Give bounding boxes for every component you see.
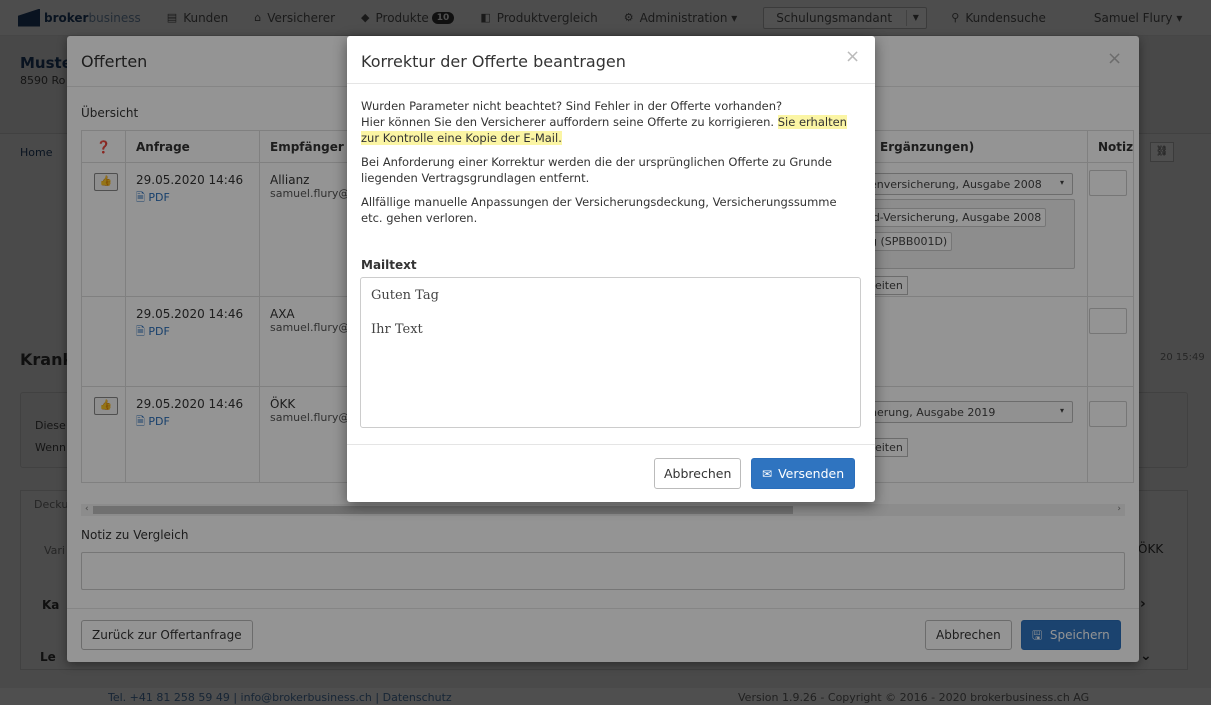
intro-paragraph: Wurden Parameter nicht beachtet? Sind Fe…	[361, 99, 847, 145]
envelope-icon: ✉	[762, 467, 773, 481]
mailtext-textarea[interactable]: Guten Tag Ihr Text	[360, 277, 861, 428]
mailtext-label: Mailtext	[361, 258, 417, 272]
send-button[interactable]: ✉ Versenden	[751, 458, 856, 489]
dialog-body: Wurden Parameter nicht beachtet? Sind Fe…	[361, 98, 861, 234]
cancel-button[interactable]: Abbrechen	[654, 458, 742, 489]
divider	[347, 444, 875, 445]
close-icon[interactable]: ×	[845, 46, 860, 67]
dialog-title: Korrektur der Offerte beantragen	[361, 52, 626, 71]
dialog-header: Korrektur der Offerte beantragen ×	[347, 36, 875, 84]
correction-dialog: Korrektur der Offerte beantragen × Wurde…	[347, 36, 875, 502]
warning-paragraph: Bei Anforderung einer Korrektur werden d…	[361, 155, 832, 185]
warning-paragraph: Allfällige manuelle Anpassungen der Vers…	[361, 195, 837, 225]
